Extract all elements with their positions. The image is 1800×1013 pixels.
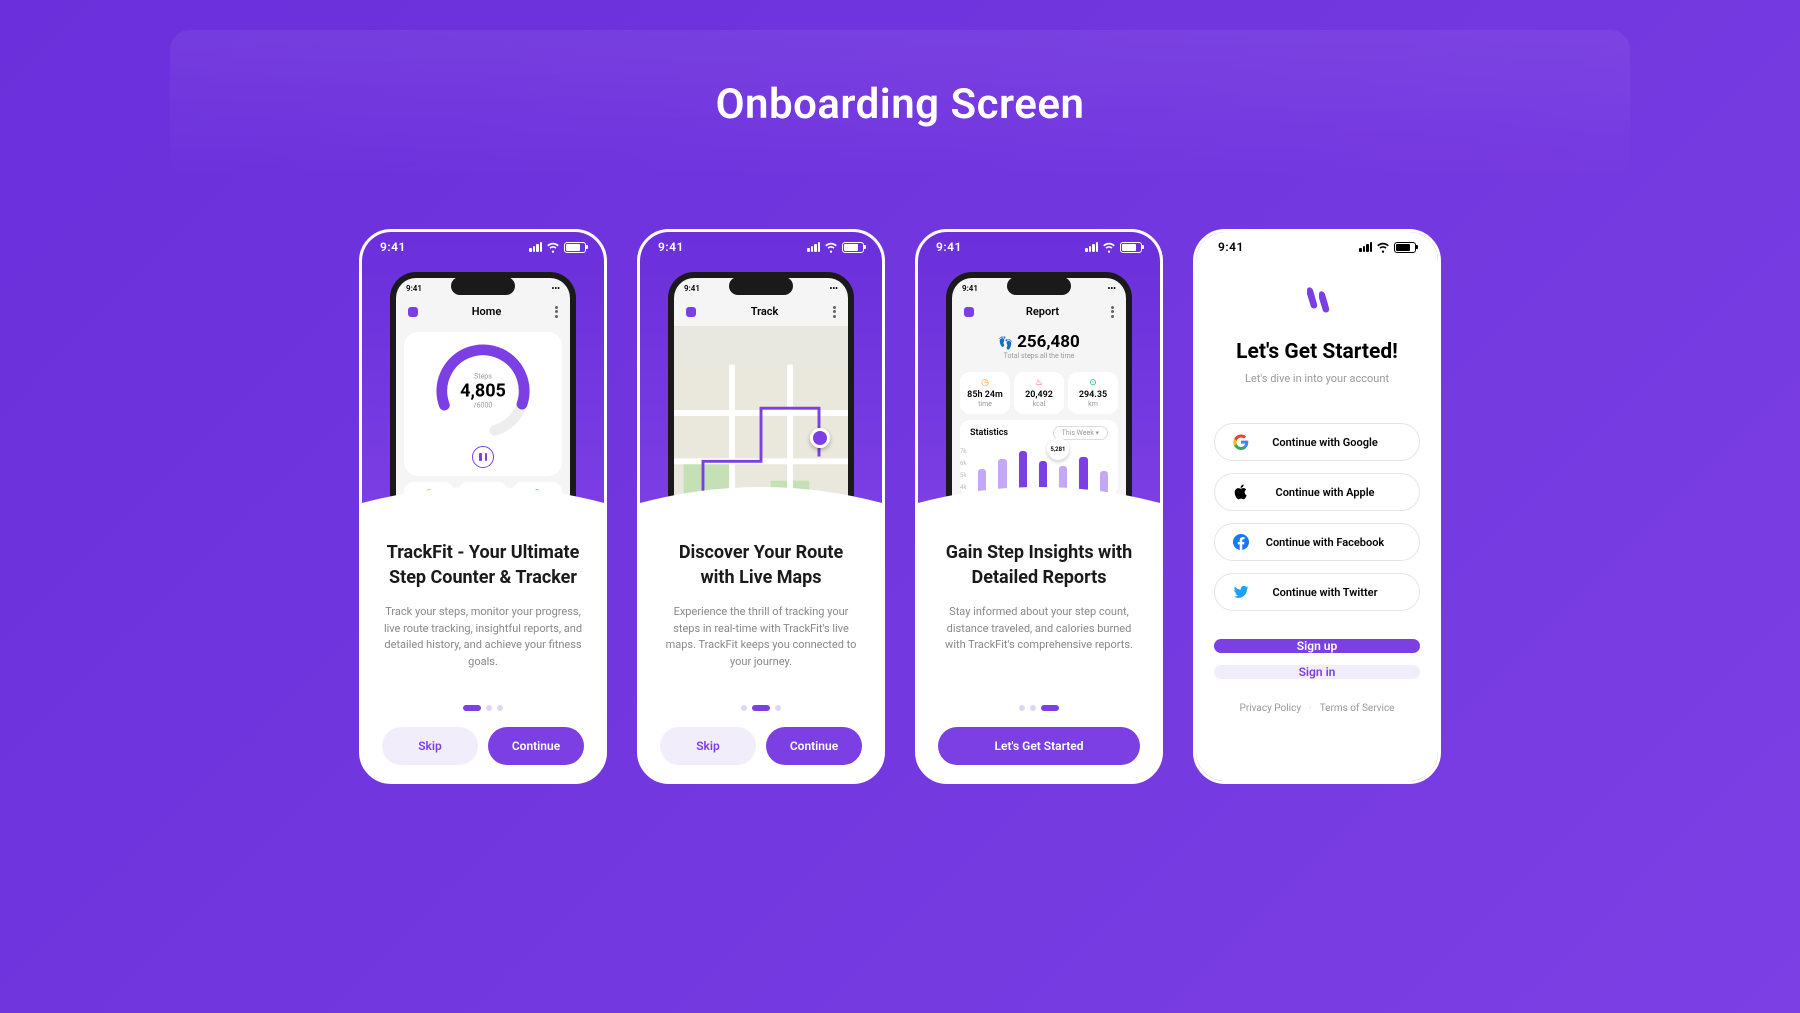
continue-twitter-button[interactable]: Continue with Twitter	[1214, 573, 1420, 611]
continue-button[interactable]: Continue	[488, 727, 584, 765]
signal-icon	[529, 242, 542, 252]
status-bar: 9:41	[640, 232, 882, 258]
screen-title: Track	[751, 305, 779, 318]
report-stats: ◷85h 24mtime ♨20,492kcal ⊙294.35km	[960, 372, 1118, 414]
continue-facebook-button[interactable]: Continue with Facebook	[1214, 523, 1420, 561]
phone-home: 9:41 9:41••• Home	[359, 229, 607, 784]
menu-icon	[1111, 306, 1114, 318]
onboarding-description: Track your steps, monitor your progress,…	[382, 604, 584, 670]
pagination-dots	[938, 691, 1140, 711]
page-title: Onboarding Screen	[0, 0, 1800, 129]
continue-apple-button[interactable]: Continue with Apple	[1214, 473, 1420, 511]
app-logo-icon	[408, 307, 418, 317]
wifi-icon	[546, 240, 560, 254]
total-steps-value: 256,480	[1017, 332, 1080, 352]
app-header: Track	[674, 299, 848, 324]
onboarding-description: Stay informed about your step count, dis…	[938, 604, 1140, 654]
wifi-icon	[1376, 240, 1390, 254]
app-logo	[1214, 282, 1420, 322]
status-bar: 9:41	[1214, 232, 1420, 258]
app-logo-icon	[964, 307, 974, 317]
menu-icon	[555, 306, 558, 318]
total-steps-card: 👣 256,480 Total steps all the time	[952, 324, 1126, 368]
statistics-title: Statistics	[970, 428, 1008, 438]
skip-button[interactable]: Skip	[660, 727, 756, 765]
signal-icon	[807, 242, 820, 252]
status-bar: 9:41	[918, 232, 1160, 258]
pause-button[interactable]	[472, 446, 494, 468]
wifi-icon	[1102, 240, 1116, 254]
status-bar: 9:41	[362, 232, 604, 258]
onboarding-description: Experience the thrill of tracking your s…	[660, 604, 862, 670]
screen-title: Report	[1026, 305, 1059, 318]
onboarding-title: Discover Your Route with Live Maps	[660, 540, 862, 590]
steps-goal: /6000	[460, 402, 506, 410]
get-started-button[interactable]: Let's Get Started	[938, 727, 1140, 765]
login-subtitle: Let's dive in into your account	[1214, 372, 1420, 385]
steps-card: Steps 4,805 /6000	[404, 332, 562, 476]
google-icon	[1233, 434, 1249, 450]
onboarding-title: Gain Step Insights with Detailed Reports	[938, 540, 1140, 590]
onboarding-title: TrackFit - Your Ultimate Step Counter & …	[382, 540, 584, 590]
battery-icon	[1120, 242, 1142, 253]
pagination-dots	[382, 691, 584, 711]
battery-icon	[1394, 242, 1416, 253]
menu-icon	[833, 306, 836, 318]
phone-report: 9:41 9:41••• Report 👣 256,480 Total step…	[915, 229, 1163, 784]
skip-button[interactable]: Skip	[382, 727, 478, 765]
footsteps-icon: 👣	[998, 336, 1013, 350]
phone-track: 9:41 9:41••• Track	[637, 229, 885, 784]
app-header: Report	[952, 299, 1126, 324]
terms-link[interactable]: Terms of Service	[1320, 703, 1395, 714]
signin-button[interactable]: Sign in	[1214, 665, 1420, 679]
continue-button[interactable]: Continue	[766, 727, 862, 765]
steps-label: Steps	[460, 373, 506, 381]
route-end-pin	[810, 428, 830, 448]
app-logo-icon	[686, 307, 696, 317]
privacy-link[interactable]: Privacy Policy	[1240, 703, 1302, 714]
phone-mockups: 9:41 9:41••• Home	[0, 229, 1800, 784]
total-steps-label: Total steps all the time	[960, 352, 1118, 360]
signup-button[interactable]: Sign up	[1214, 639, 1420, 653]
phone-login: 9:41 Let's Get Started! Let's dive in in…	[1193, 229, 1441, 784]
wifi-icon	[824, 240, 838, 254]
apple-icon	[1233, 484, 1249, 500]
signal-icon	[1359, 242, 1372, 252]
screen-title: Home	[472, 305, 502, 318]
steps-value: 4,805	[460, 381, 506, 402]
tooltip-bubble: 5,281	[1047, 438, 1069, 460]
signal-icon	[1085, 242, 1098, 252]
pagination-dots	[660, 691, 862, 711]
login-title: Let's Get Started!	[1214, 340, 1420, 364]
app-header: Home	[396, 299, 570, 324]
battery-icon	[564, 242, 586, 253]
facebook-icon	[1233, 534, 1249, 550]
twitter-icon	[1233, 584, 1249, 600]
battery-icon	[842, 242, 864, 253]
status-time: 9:41	[380, 240, 406, 254]
continue-google-button[interactable]: Continue with Google	[1214, 423, 1420, 461]
